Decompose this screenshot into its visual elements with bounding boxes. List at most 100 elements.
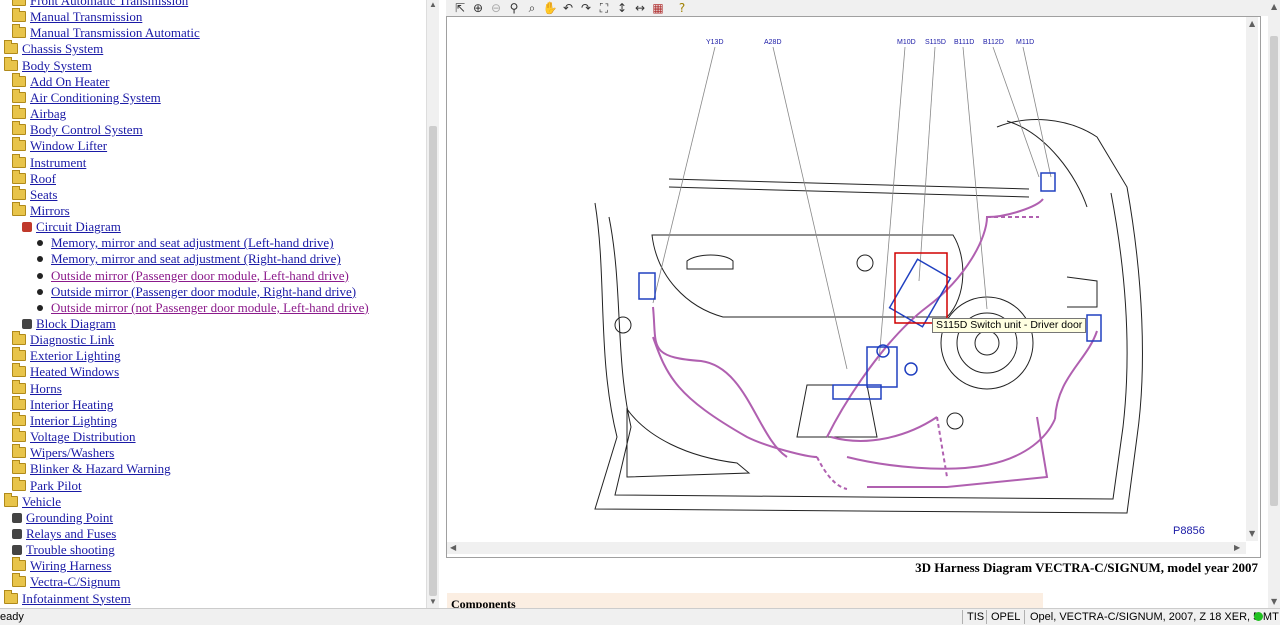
page-scroll-thumb[interactable] <box>1270 36 1278 506</box>
tree-item-label[interactable]: Outside mirror (not Passenger door modul… <box>51 300 369 315</box>
tree-item-label[interactable]: Circuit Diagram <box>36 219 121 234</box>
tree-item-label[interactable]: Airbag <box>30 106 66 121</box>
help-icon[interactable]: ? <box>674 0 690 16</box>
rotate-right-icon[interactable]: ↷ <box>578 0 594 16</box>
zoom-in-icon[interactable]: ⊕ <box>470 0 486 16</box>
tree-item-label[interactable]: Relays and Fuses <box>26 526 116 541</box>
tree-item[interactable]: Vehicle <box>4 492 61 510</box>
scroll-left-arrow-icon[interactable]: ◀ <box>450 543 456 552</box>
tree-item[interactable]: Trouble shooting <box>12 542 115 558</box>
tree-item-label[interactable]: Chassis System <box>22 41 103 56</box>
tree-item-label[interactable]: Park Pilot <box>30 478 82 493</box>
tree-item-label[interactable]: Outside mirror (Passenger door module, L… <box>51 268 349 283</box>
zoom-area-icon[interactable]: ⌕ <box>524 0 540 16</box>
pan-hand-icon[interactable]: ✋ <box>542 0 558 16</box>
tree-item-label[interactable]: Seats <box>30 187 57 202</box>
tree-item[interactable]: Vectra-C/Signum <box>12 573 120 590</box>
zoom-out-icon[interactable]: ⊖ <box>488 0 504 16</box>
tree-item-label[interactable]: Blinker & Hazard Warning <box>30 461 171 476</box>
tree-item[interactable]: Heated Windows <box>12 363 119 380</box>
tree-item-label[interactable]: Memory, mirror and seat adjustment (Righ… <box>51 251 341 266</box>
tree-item[interactable]: Horns <box>12 379 62 397</box>
tree-item-label[interactable]: Grounding Point <box>26 510 113 525</box>
tree-item-label[interactable]: Manual Transmission Automatic <box>30 25 200 40</box>
tree-item-label[interactable]: Horns <box>30 381 62 396</box>
diagram-horizontal-scrollbar[interactable]: ◀ ▶ <box>447 542 1246 554</box>
tree-item[interactable]: Outside mirror (Passenger door module, R… <box>34 284 356 300</box>
tree-item-label[interactable]: Block Diagram <box>36 316 116 331</box>
tree-item-label[interactable]: Interior Heating <box>30 397 113 412</box>
tree-item-label[interactable]: Body Control System <box>30 122 143 137</box>
tree-item[interactable]: Body System <box>4 56 92 74</box>
tree-item[interactable]: Outside mirror (Passenger door module, L… <box>34 268 349 284</box>
tree-item[interactable]: Memory, mirror and seat adjustment (Righ… <box>34 251 341 267</box>
tree-item[interactable]: Relays and Fuses <box>12 526 116 542</box>
tree-item-label[interactable]: Wipers/Washers <box>30 445 114 460</box>
fit-width-icon[interactable]: ↔ <box>632 0 648 16</box>
tree-item-label[interactable]: Outside mirror (Passenger door module, R… <box>51 284 356 299</box>
tree-item[interactable]: Infotainment System <box>4 589 131 607</box>
tree-item-label[interactable]: Heated Windows <box>30 364 119 379</box>
tree-item-label[interactable]: Front Automatic Transmission <box>30 0 188 8</box>
tree-item-label[interactable]: Infotainment System <box>22 591 131 606</box>
tree-item[interactable]: Manual Transmission Automatic <box>12 24 200 41</box>
tree-item[interactable]: Mirrors <box>12 201 70 219</box>
page-scrollbar[interactable]: ▲ ▼ <box>1268 0 1280 608</box>
layers-icon[interactable]: ▦ <box>650 0 666 16</box>
tree-item[interactable]: Voltage Distribution <box>12 428 136 445</box>
tree-item[interactable]: Blinker & Hazard Warning <box>12 460 171 477</box>
scroll-up-arrow-icon[interactable]: ▲ <box>1271 2 1277 11</box>
tree-item[interactable]: Wiring Harness <box>12 557 111 574</box>
tree-item[interactable]: Airbag <box>12 105 66 122</box>
tree-item[interactable]: Window Lifter <box>12 137 107 154</box>
harness-diagram-viewport[interactable]: Y13D A28D M10D S115D B111D B112D M11D P8… <box>446 16 1261 558</box>
tree-item-label[interactable]: Trouble shooting <box>26 542 115 557</box>
diagram-vertical-scrollbar[interactable]: ▲ ▼ <box>1246 17 1258 541</box>
tree-scrollbar[interactable]: ▲ ▼ <box>426 0 439 608</box>
tree-item-label[interactable]: Manual Transmission <box>30 9 142 24</box>
scroll-up-arrow-icon[interactable]: ▲ <box>429 0 437 9</box>
tree-scroll-thumb[interactable] <box>429 126 437 596</box>
tree-item[interactable]: Roof <box>12 169 56 187</box>
scroll-right-arrow-icon[interactable]: ▶ <box>1234 543 1240 552</box>
tree-item[interactable]: Exterior Lighting <box>12 347 121 364</box>
tree-item[interactable]: Wipers/Washers <box>12 444 114 461</box>
tree-item-label[interactable]: Vehicle <box>22 494 61 509</box>
tree-item-label[interactable]: Voltage Distribution <box>30 429 136 444</box>
scroll-down-arrow-icon[interactable]: ▼ <box>429 597 437 606</box>
tree-item[interactable]: Diagnostic Link <box>12 331 114 348</box>
tree-item-label[interactable]: Body System <box>22 58 92 73</box>
tree-item[interactable]: Chassis System <box>4 40 103 57</box>
tree-item-label[interactable]: Roof <box>30 171 56 186</box>
tree-item[interactable]: Outside mirror (not Passenger door modul… <box>34 300 369 316</box>
tree-item-label[interactable]: Exterior Lighting <box>30 348 121 363</box>
tree-item-label[interactable]: Vectra-C/Signum <box>30 574 120 589</box>
rotate-left-icon[interactable]: ↶ <box>560 0 576 16</box>
scroll-down-arrow-icon[interactable]: ▼ <box>1249 529 1255 538</box>
tree-item[interactable]: Instrument <box>12 153 86 171</box>
tree-item[interactable]: Interior Heating <box>12 395 113 413</box>
tree-item-label[interactable]: Memory, mirror and seat adjustment (Left… <box>51 235 334 250</box>
scroll-up-arrow-icon[interactable]: ▲ <box>1249 19 1255 28</box>
tree-item-label[interactable]: Instrument <box>30 155 86 170</box>
tree-item[interactable]: Add On Heater <box>12 72 109 90</box>
tree-item[interactable]: Seats <box>12 185 57 203</box>
tree-item[interactable]: Body Control System <box>12 121 143 138</box>
tree-item-label[interactable]: Diagnostic Link <box>30 332 114 347</box>
tree-item[interactable]: Air Conditioning System <box>12 88 161 106</box>
fit-height-icon[interactable]: ↕ <box>614 0 630 16</box>
tree-item-label[interactable]: Interior Lighting <box>30 413 117 428</box>
tree-item[interactable]: Manual Transmission <box>12 8 142 25</box>
select-icon[interactable]: ⇱ <box>452 0 468 16</box>
tree-item-label[interactable]: Add On Heater <box>30 74 109 89</box>
tree-item[interactable]: Park Pilot <box>12 476 82 494</box>
tree-item[interactable]: Grounding Point <box>12 510 113 526</box>
fit-window-icon[interactable]: ⛶ <box>596 0 612 16</box>
tree-item[interactable]: Block Diagram <box>22 316 116 332</box>
tree-item[interactable]: Front Automatic Transmission <box>12 0 188 9</box>
tree-item-label[interactable]: Wiring Harness <box>30 558 111 573</box>
tree-item-label[interactable]: Air Conditioning System <box>30 90 161 105</box>
tree-item[interactable]: Circuit Diagram <box>22 219 121 235</box>
tree-item-label[interactable]: Mirrors <box>30 203 70 218</box>
tree-item[interactable]: Memory, mirror and seat adjustment (Left… <box>34 235 334 251</box>
